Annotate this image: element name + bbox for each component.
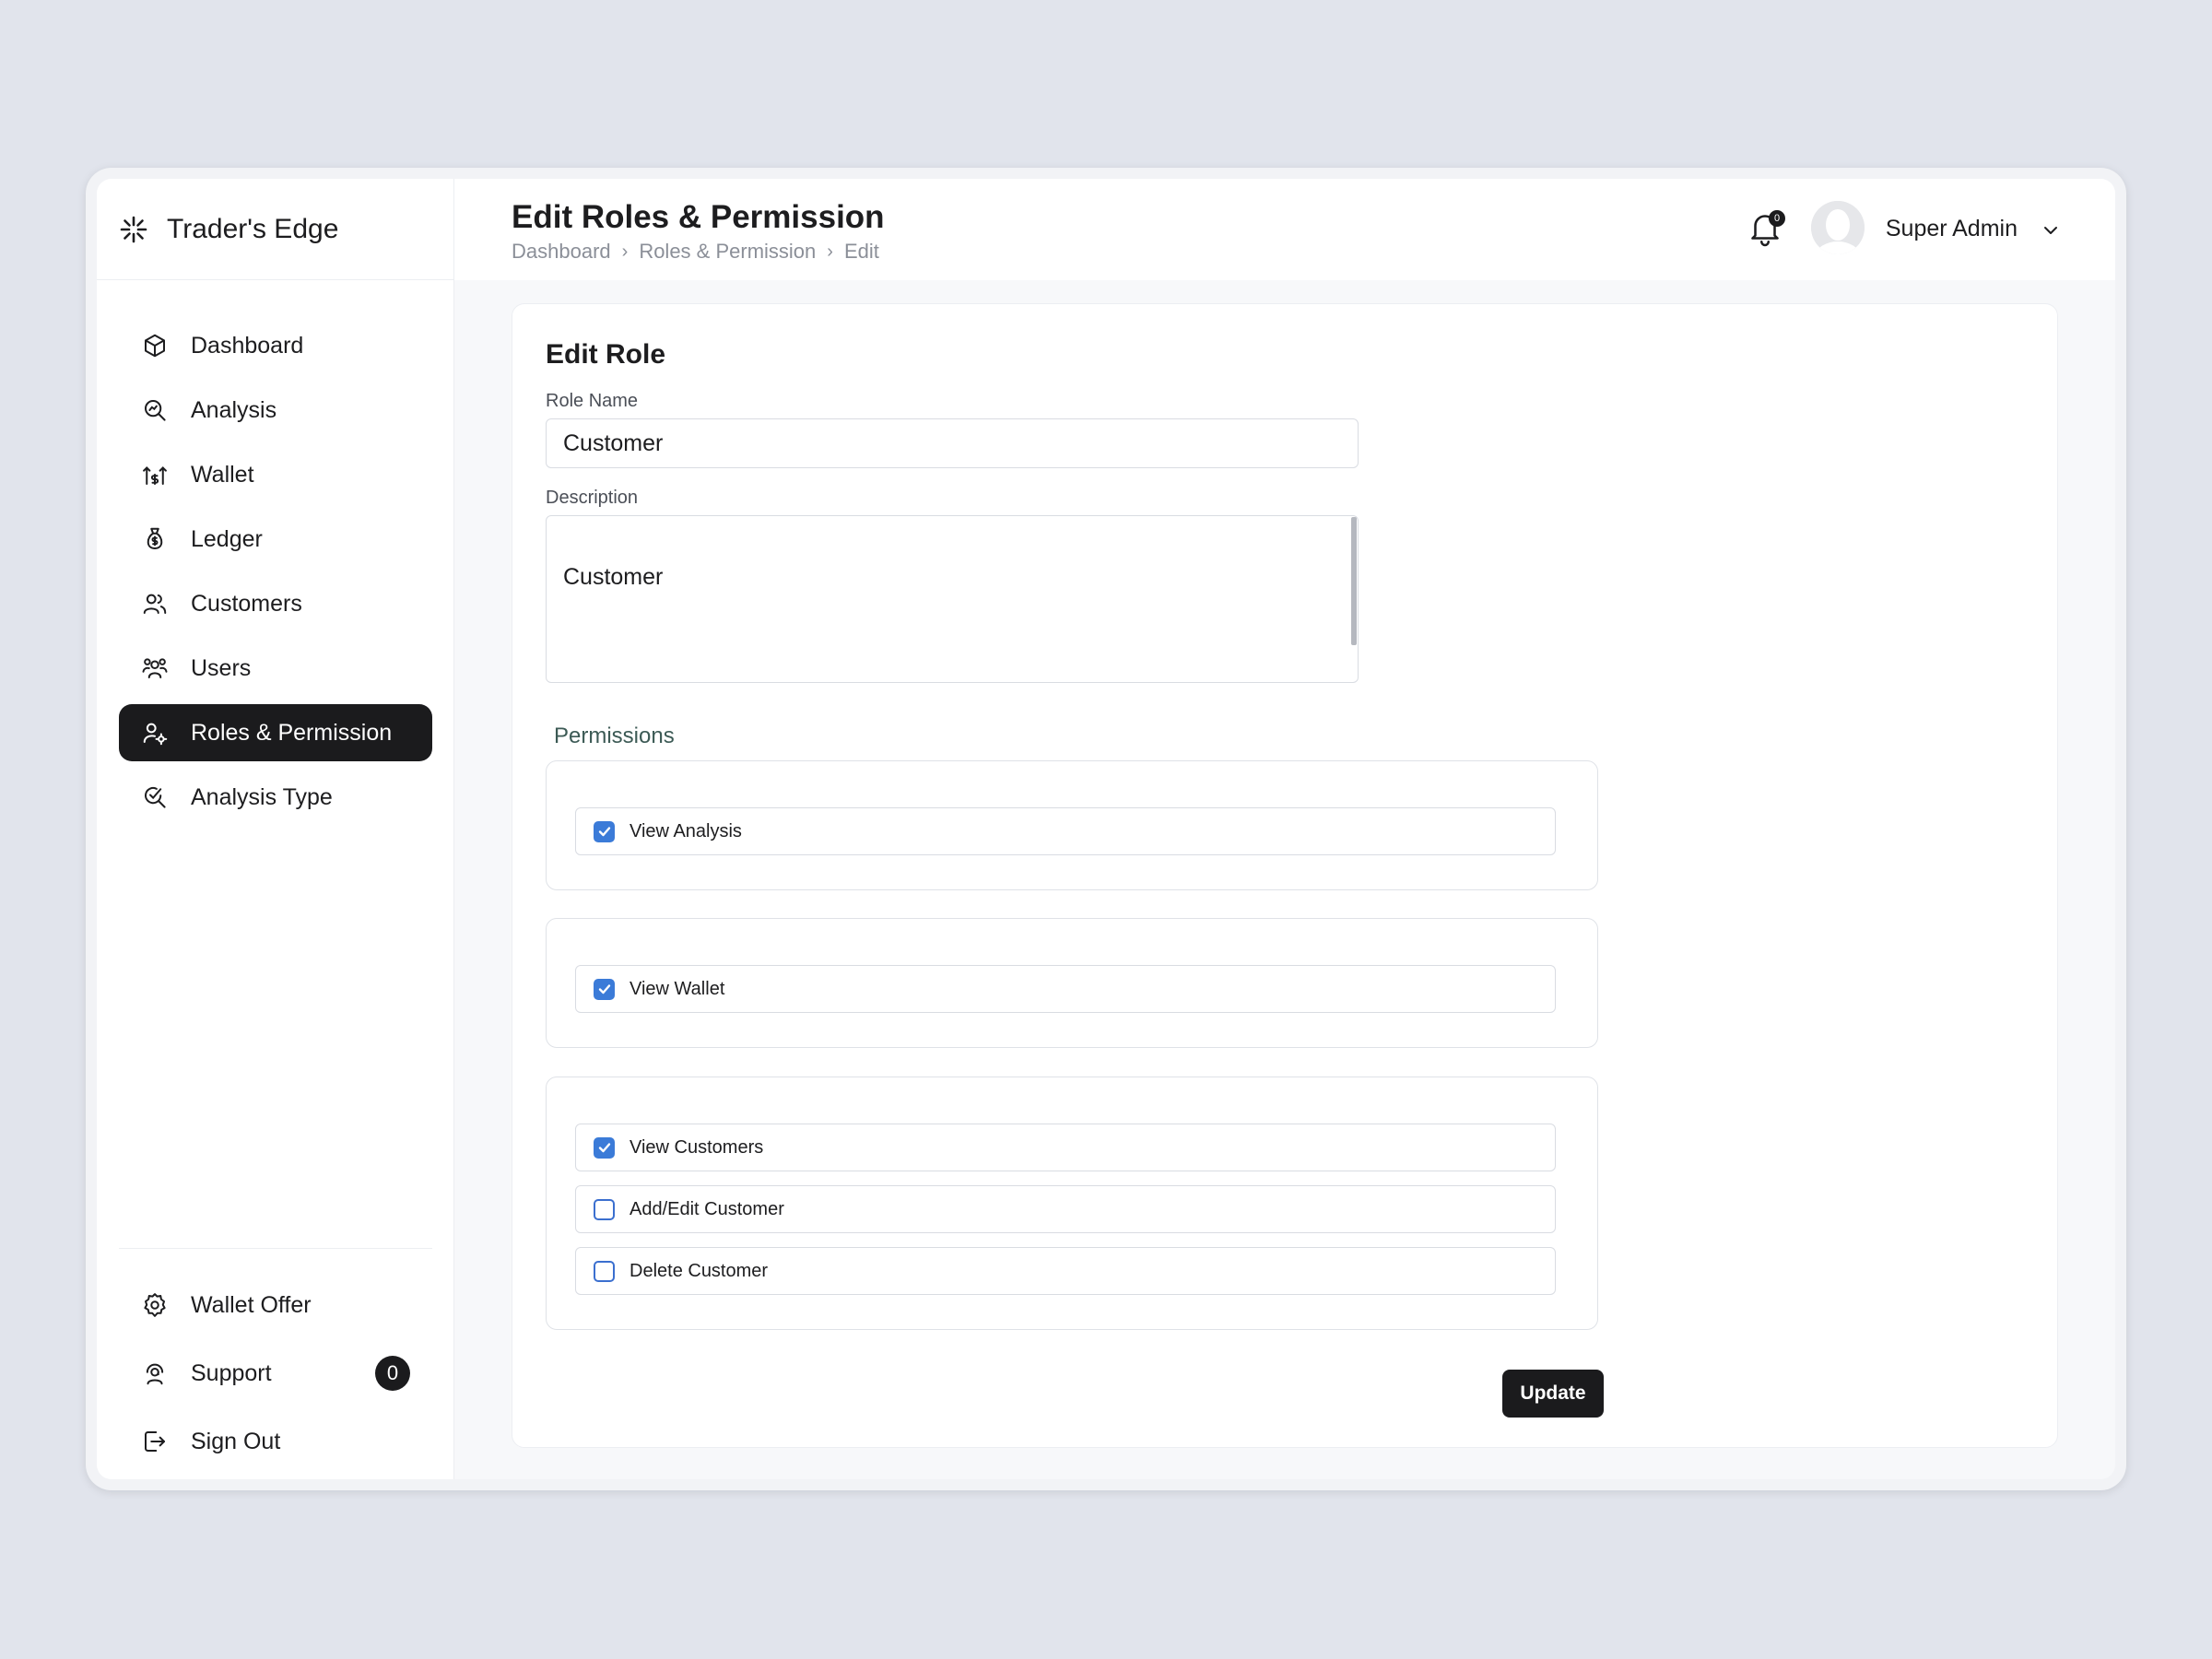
- sidebar-item-sign-out[interactable]: Sign Out: [119, 1412, 432, 1471]
- role-name-input[interactable]: [546, 418, 1359, 468]
- wallet-arrows-icon: [143, 466, 167, 485]
- permissions-heading: Permissions: [554, 724, 675, 748]
- permission-view-customers[interactable]: View Customers: [575, 1124, 1556, 1171]
- sidebar-item-dashboard[interactable]: Dashboard: [119, 317, 432, 374]
- permission-label: Add/Edit Customer: [629, 1198, 784, 1219]
- avatar[interactable]: [1811, 201, 1865, 254]
- sidebar-item-ledger[interactable]: Ledger: [119, 511, 432, 568]
- notification-button[interactable]: 0: [1748, 210, 1785, 251]
- breadcrumb-edit: Edit: [843, 240, 879, 263]
- permission-label: View Wallet: [629, 978, 725, 999]
- checkbox-unchecked[interactable]: [594, 1198, 615, 1220]
- cube-icon: [145, 334, 165, 358]
- permission-delete-customer[interactable]: Delete Customer: [575, 1247, 1556, 1295]
- description-label: Description: [546, 488, 639, 508]
- checkbox-checked[interactable]: [594, 978, 615, 1000]
- permission-label: Delete Customer: [629, 1260, 769, 1281]
- sidebar-item-label: Dashboard: [191, 332, 304, 359]
- sidebar-item-roles-permission[interactable]: Roles & Permission: [119, 704, 432, 761]
- check-icon: [598, 1143, 610, 1153]
- checkbox-checked[interactable]: [594, 820, 615, 842]
- chevron-down-icon[interactable]: [2040, 219, 2062, 241]
- sidebar-item-analysis-type[interactable]: Analysis Type: [119, 769, 432, 826]
- sidebar-item-label: Analysis: [191, 396, 277, 423]
- sidebar-item-label: Ledger: [191, 525, 263, 552]
- sidebar-item-label: Sign Out: [191, 1428, 281, 1454]
- sidebar-item-analysis[interactable]: Analysis: [119, 382, 432, 439]
- permission-add-edit-customer[interactable]: Add/Edit Customer: [575, 1185, 1556, 1233]
- app-window: Trader's Edge Dashboard Analysis Wallet …: [97, 179, 2115, 1479]
- sidebar-item-wallet-offer[interactable]: Wallet Offer: [119, 1276, 432, 1335]
- breadcrumb-dashboard[interactable]: Dashboard: [512, 240, 611, 264]
- sidebar-item-label: Users: [191, 654, 252, 681]
- users-icon: [142, 658, 168, 678]
- notification-count-badge: 0: [1769, 210, 1785, 227]
- role-name-label: Role Name: [546, 391, 639, 411]
- sidebar-item-users[interactable]: Users: [119, 640, 432, 697]
- sidebar-item-support[interactable]: Support 0: [119, 1344, 432, 1403]
- breadcrumb-chevron-icon: ›: [827, 241, 833, 262]
- permission-group-customers: View Customers Add/Edit Customer Delete …: [546, 1077, 1598, 1330]
- sidebar-item-label: Customers: [191, 590, 302, 617]
- sidebar-item-label: Wallet Offer: [191, 1291, 312, 1318]
- permission-label: View Customers: [629, 1136, 764, 1158]
- top-header: Edit Roles & Permission Dashboard › Role…: [454, 179, 2115, 280]
- sidebar-item-label: Roles & Permission: [191, 719, 393, 746]
- check-icon: [598, 827, 610, 837]
- update-button[interactable]: Update: [1502, 1370, 1604, 1418]
- description-textarea[interactable]: Customer: [546, 515, 1359, 683]
- permission-label: View Analysis: [629, 820, 742, 841]
- app-frame: Trader's Edge Dashboard Analysis Wallet …: [86, 168, 2126, 1490]
- support-count-badge: 0: [375, 1356, 410, 1391]
- check-icon: [598, 984, 610, 994]
- breadcrumb: Dashboard › Roles & Permission › Edit: [512, 240, 879, 264]
- brand-name: Trader's Edge: [167, 213, 339, 244]
- sidebar-item-customers[interactable]: Customers: [119, 575, 432, 632]
- permission-view-analysis[interactable]: View Analysis: [575, 807, 1556, 855]
- permission-view-wallet[interactable]: View Wallet: [575, 965, 1556, 1013]
- gear-icon: [144, 1293, 166, 1317]
- sidebar-item-label: Analysis Type: [191, 783, 333, 810]
- card-title: Edit Role: [546, 339, 666, 370]
- checkbox-checked[interactable]: [594, 1136, 615, 1159]
- sidebar-bottom-nav: Wallet Offer Support 0 Sign Out: [119, 1276, 432, 1479]
- sign-out-icon: [145, 1431, 165, 1452]
- breadcrumb-roles-permission[interactable]: Roles & Permission: [639, 240, 816, 264]
- brand[interactable]: Trader's Edge: [97, 179, 453, 280]
- user-gear-icon: [143, 723, 168, 746]
- sidebar-item-label: Support: [191, 1359, 272, 1386]
- textarea-scrollbar[interactable]: [1351, 517, 1357, 645]
- sidebar-item-label: Wallet: [191, 461, 254, 488]
- user-name[interactable]: Super Admin: [1886, 216, 2018, 242]
- permission-group-wallet: View Wallet: [546, 918, 1598, 1048]
- money-bag-icon: [147, 527, 163, 549]
- customers-icon: [143, 594, 167, 614]
- breadcrumb-chevron-icon: ›: [621, 241, 629, 262]
- magnifier-chart-icon: [145, 400, 166, 421]
- sparkle-logo-icon: [120, 216, 147, 242]
- sidebar-item-wallet[interactable]: Wallet: [119, 446, 432, 503]
- edit-role-card: Edit Role Role Name Description Customer…: [512, 303, 2058, 1448]
- permission-group-analysis: View Analysis: [546, 760, 1598, 890]
- search-check-icon: [145, 786, 166, 808]
- user-silhouette-icon: [1811, 201, 1865, 254]
- sidebar-divider: [119, 1248, 432, 1249]
- sidebar: Trader's Edge Dashboard Analysis Wallet …: [97, 179, 454, 1479]
- checkbox-unchecked[interactable]: [594, 1260, 615, 1282]
- page-title: Edit Roles & Permission: [512, 199, 885, 235]
- support-icon: [146, 1363, 164, 1385]
- sidebar-nav: Dashboard Analysis Wallet Ledger Custome…: [119, 317, 432, 833]
